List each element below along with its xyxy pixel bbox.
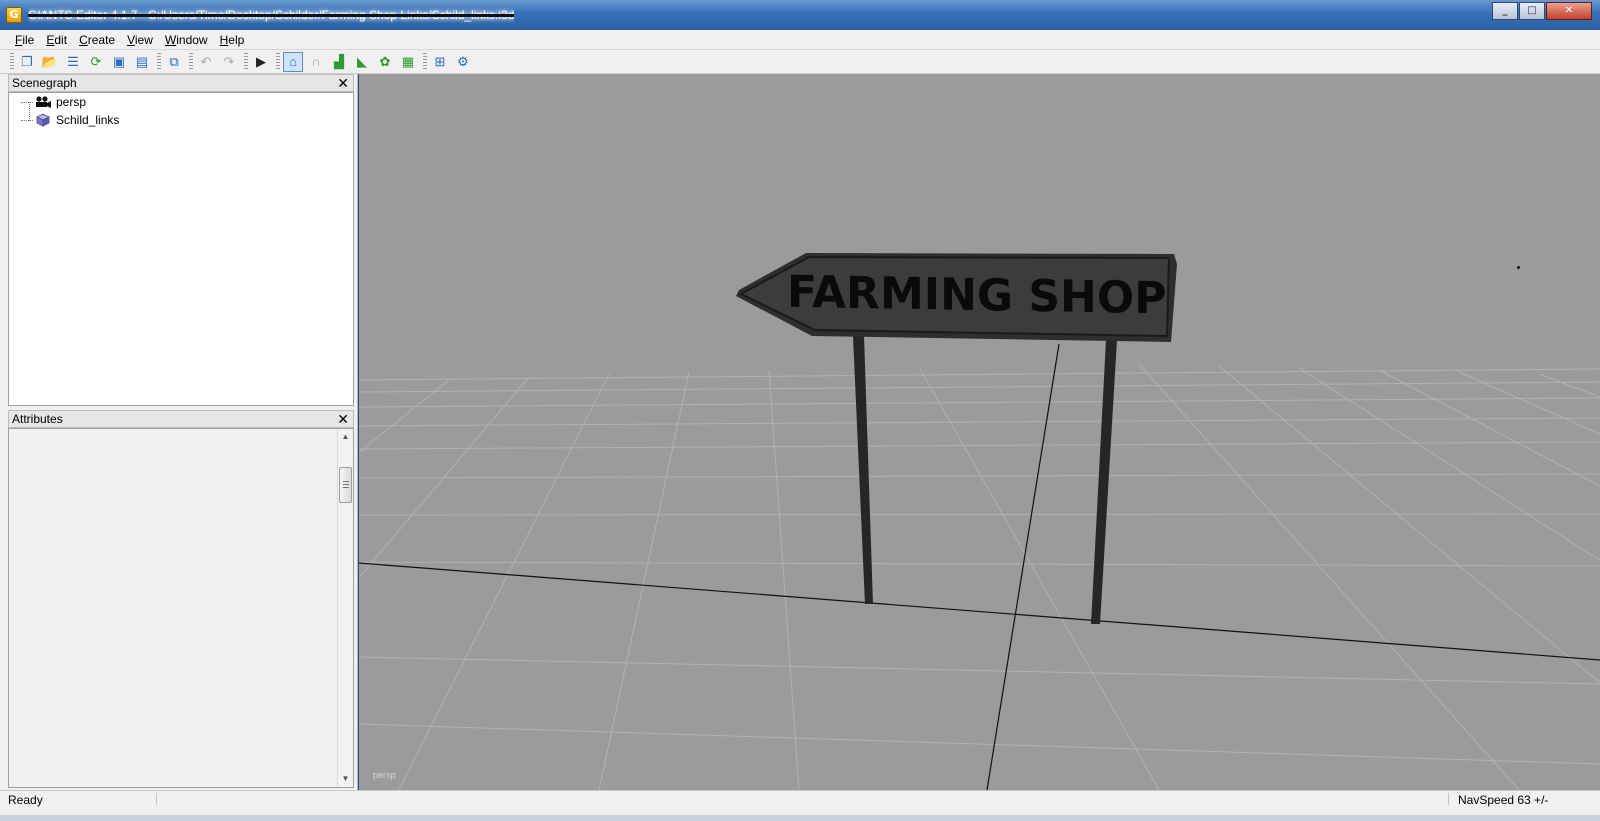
close-window-button[interactable]: ✕: [1546, 2, 1592, 20]
tree-branch: [21, 119, 33, 121]
menu-file[interactable]: File: [9, 31, 40, 49]
status-text: Ready: [8, 793, 43, 807]
menu-help[interactable]: Help: [214, 31, 251, 49]
import-icon[interactable]: ⧉: [164, 52, 184, 72]
main-toolbar: ❐ 📂 ☰ ⟳ ▣ ▤ ⧉ ↶ ↷ ▶ ⌂ ∩ ▟ ◣ ✿ ▦ ⊞ ⚙: [0, 50, 1600, 74]
taskbar-edge: [0, 815, 1600, 821]
move-tool-icon[interactable]: ∩: [306, 52, 326, 72]
terrain-sculpt-icon[interactable]: ▟: [329, 52, 349, 72]
tree-node-persp[interactable]: persp: [21, 93, 86, 111]
giants-app-icon: G: [6, 7, 22, 23]
play-icon[interactable]: ▶: [251, 52, 271, 72]
attributes-close-button[interactable]: ✕: [337, 411, 349, 427]
redo-icon[interactable]: ↷: [219, 52, 239, 72]
status-separator: [156, 793, 157, 805]
properties-icon[interactable]: ☰: [63, 52, 83, 72]
foliage-paint-icon[interactable]: ✿: [375, 52, 395, 72]
tree-node-label: Schild_links: [56, 113, 120, 127]
attributes-panel-header: Attributes ✕: [8, 410, 354, 428]
toolbar-grip[interactable]: [10, 52, 14, 71]
tree-node-schild-links[interactable]: Schild_links: [21, 111, 119, 129]
attributes-scrollbar[interactable]: ▲ ▼: [337, 429, 353, 787]
undo-icon[interactable]: ↶: [196, 52, 216, 72]
checker-icon[interactable]: ⊞: [430, 52, 450, 72]
window-controls: _ □ ✕: [1491, 2, 1592, 20]
attributes-title: Attributes: [12, 412, 63, 426]
scroll-down-arrow[interactable]: ▼: [338, 771, 353, 787]
toolbar-grip[interactable]: [423, 52, 427, 71]
toolbar-grip[interactable]: [244, 52, 248, 71]
tree-branch: [21, 101, 33, 103]
scroll-thumb[interactable]: [339, 467, 352, 503]
toolbar-grip[interactable]: [276, 52, 280, 71]
scenegraph-title: Scenegraph: [12, 76, 77, 90]
toolbar-grip[interactable]: [189, 52, 193, 71]
scenegraph-tree[interactable]: persp Schild_links: [8, 92, 354, 406]
axis-lines: [359, 343, 1600, 790]
sign-posts: [853, 336, 1117, 624]
minimize-button[interactable]: _: [1492, 2, 1518, 20]
status-bar: Ready NavSpeed 63 +/-: [0, 790, 1600, 821]
viewport-scene: [359, 253, 1600, 790]
camera-settings-icon[interactable]: ⚙: [453, 52, 473, 72]
title-bar: G GIANTS Editor 4.1.7 - C:/Users/Timo/De…: [0, 0, 1600, 30]
toolbar-grip[interactable]: [157, 52, 161, 71]
new-file-icon[interactable]: ❐: [17, 52, 37, 72]
terrain-paint-icon[interactable]: ◣: [352, 52, 372, 72]
3d-viewport[interactable]: FARMING SHOP persp: [359, 74, 1600, 790]
open-file-icon[interactable]: 📂: [40, 52, 60, 72]
menu-create[interactable]: Create: [73, 31, 121, 49]
tree-node-label: persp: [56, 95, 87, 109]
reload-icon[interactable]: ⟳: [86, 52, 106, 72]
save-as-icon[interactable]: ▤: [132, 52, 152, 72]
camera-label: persp: [373, 770, 396, 780]
viewport-marker: [1517, 266, 1520, 269]
menu-window[interactable]: Window: [159, 31, 214, 49]
save-icon[interactable]: ▣: [109, 52, 129, 72]
status-separator: [1448, 793, 1449, 805]
height-icon[interactable]: ▦: [398, 52, 418, 72]
camera-icon: [35, 95, 51, 109]
scenegraph-panel-header: Scenegraph ✕: [8, 74, 354, 92]
window-title: GIANTS Editor 4.1.7 - C:/Users/Timo/Desk…: [28, 8, 514, 22]
select-tool-icon[interactable]: ⌂: [283, 51, 303, 72]
menu-bar: File Edit Create View Window Help: [0, 30, 1600, 50]
shape-cube-icon: [35, 113, 51, 127]
menu-edit[interactable]: Edit: [40, 31, 73, 49]
menu-view[interactable]: View: [121, 31, 159, 49]
maximize-button[interactable]: □: [1519, 2, 1545, 20]
navspeed-readout: NavSpeed 63 +/-: [1458, 793, 1549, 807]
attributes-content: ▲ ▼: [8, 428, 354, 788]
scroll-up-arrow[interactable]: ▲: [338, 429, 353, 445]
scenegraph-close-button[interactable]: ✕: [337, 75, 349, 91]
sign-text: FARMING SHOP: [787, 266, 1167, 325]
